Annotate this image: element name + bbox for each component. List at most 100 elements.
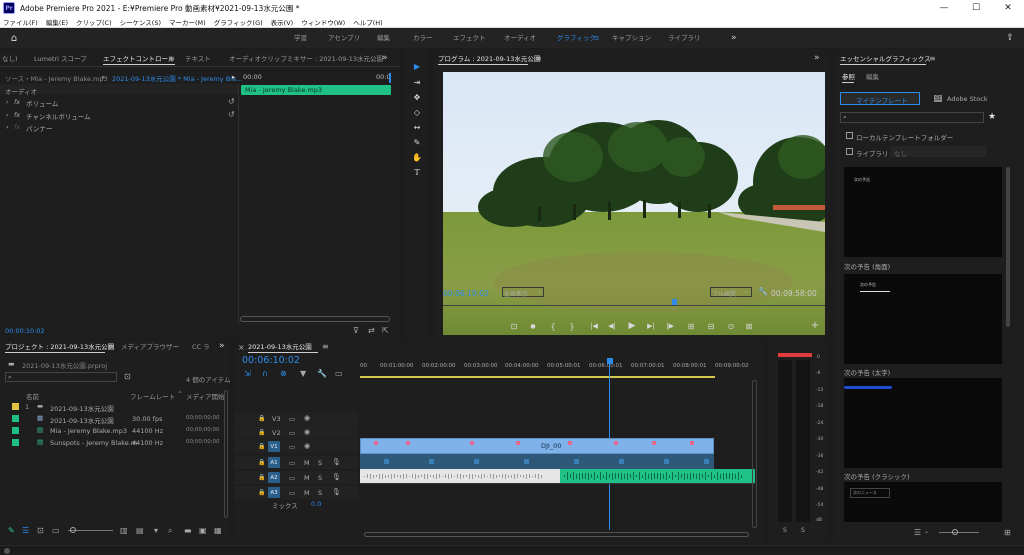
- template-thumbnail[interactable]: [844, 378, 1002, 468]
- safe-margins-icon[interactable]: ⊡: [508, 320, 520, 332]
- effect-panner[interactable]: パンナー: [26, 123, 52, 133]
- program-menu-icon[interactable]: ≡: [535, 52, 542, 66]
- adobe-stock-label[interactable]: Adobe Stock: [947, 95, 988, 103]
- automate-icon[interactable]: ▤: [136, 526, 144, 535]
- tab-text[interactable]: テキスト: [185, 52, 211, 66]
- program-timecode[interactable]: 00:06:10:02: [443, 289, 489, 298]
- reset-channel-icon[interactable]: ↺: [228, 110, 235, 119]
- libraries-checkbox[interactable]: [846, 148, 853, 155]
- track-target-a1[interactable]: A1: [268, 457, 280, 468]
- sync-lock-icon[interactable]: ▭: [289, 443, 295, 451]
- workspace-graphics[interactable]: グラフィック: [557, 28, 596, 48]
- nest-icon[interactable]: ⇲: [244, 369, 251, 378]
- close-button[interactable]: ✕: [992, 0, 1024, 16]
- template-thumbnail[interactable]: 次の予告: [844, 274, 1002, 364]
- essential-graphics-menu-icon[interactable]: ≡: [929, 52, 936, 66]
- go-to-out-icon[interactable]: |▶: [664, 320, 676, 332]
- effect-channel-volume[interactable]: チャンネルボリューム: [26, 111, 91, 121]
- track-target-a2[interactable]: A2: [268, 472, 280, 483]
- maximize-button[interactable]: ☐: [960, 0, 992, 16]
- tab-media-browser[interactable]: メディアブラウザー: [121, 340, 179, 354]
- slip-tool-icon[interactable]: ↔: [411, 121, 423, 133]
- microphone-icon[interactable]: 🎙: [332, 458, 341, 466]
- export-icon[interactable]: ⇱: [382, 326, 389, 335]
- selection-tool-icon[interactable]: ▶: [411, 60, 423, 72]
- snap-icon[interactable]: ∩: [262, 369, 268, 378]
- lock-icon[interactable]: 🔒: [258, 474, 265, 481]
- time-ruler[interactable]: 00 00:01:00:00 00:02:00:00 00:03:00:00 0…: [360, 360, 757, 380]
- step-back-icon[interactable]: ◀|: [606, 320, 618, 332]
- tab-cc-libraries[interactable]: CC ラ: [192, 340, 210, 354]
- linked-selection-icon[interactable]: ⊗: [280, 369, 287, 378]
- solo-right-button[interactable]: S: [801, 527, 805, 534]
- home-icon[interactable]: ⌂: [8, 32, 20, 44]
- mix-value[interactable]: 0.0: [311, 500, 321, 508]
- menu-help[interactable]: ヘルプ(H): [353, 17, 382, 27]
- menu-view[interactable]: 表示(V): [271, 17, 294, 27]
- column-name[interactable]: 名前: [26, 391, 39, 401]
- template-thumbnail[interactable]: 次のニュース: [844, 482, 1002, 522]
- lift-icon[interactable]: ⊞: [685, 320, 697, 332]
- tab-edit[interactable]: 編集: [866, 70, 879, 84]
- menu-clip[interactable]: クリップ(C): [76, 17, 112, 27]
- thumbnail-size-handle[interactable]: [952, 529, 958, 535]
- new-item-icon[interactable]: ▣: [199, 526, 207, 535]
- step-forward-icon[interactable]: ▶|: [645, 320, 657, 332]
- lock-icon[interactable]: 🔒: [258, 489, 265, 496]
- program-scrub-bar[interactable]: [443, 299, 825, 309]
- list-item[interactable]: ▦ 2021-09-13水元公園 30.00 fps 00;00;00;00: [0, 413, 230, 425]
- write-protect-icon[interactable]: ✎: [8, 526, 15, 535]
- extract-icon[interactable]: ⊟: [705, 320, 717, 332]
- track-select-tool-icon[interactable]: ⇥: [411, 76, 423, 88]
- eg-scrollbar[interactable]: [1006, 167, 1010, 327]
- work-area-bar[interactable]: [360, 376, 715, 378]
- eye-icon[interactable]: ◉: [304, 442, 310, 450]
- wrench-icon[interactable]: 🔧: [758, 287, 768, 296]
- sync-lock-icon[interactable]: ▭: [289, 474, 295, 482]
- close-sequence-icon[interactable]: ×: [238, 343, 245, 352]
- expand-volume-icon[interactable]: ›: [6, 98, 9, 106]
- list-dropdown-icon[interactable]: ⌄: [924, 528, 929, 535]
- effect-volume[interactable]: ボリューム: [26, 98, 58, 108]
- play-icon[interactable]: ▶: [626, 320, 638, 332]
- track-target-v1[interactable]: V1: [268, 441, 280, 452]
- v1-video-clip[interactable]: DJI_00: [360, 438, 714, 454]
- workspace-learn[interactable]: 学習: [294, 28, 307, 48]
- eye-icon[interactable]: ◉: [304, 428, 310, 436]
- sync-lock-icon[interactable]: ▭: [289, 415, 295, 423]
- sync-lock-icon[interactable]: ▭: [289, 489, 295, 497]
- timeline-timecode[interactable]: 00:06:10:02: [242, 355, 300, 366]
- fx-volume-badge[interactable]: fx: [14, 98, 20, 106]
- tab-audio-clip-mixer[interactable]: オーディオクリップミキサー : 2021-09-13水元公園: [229, 52, 383, 66]
- workspace-menu-icon[interactable]: ≡: [594, 28, 599, 48]
- workspace-audio[interactable]: オーディオ: [504, 28, 536, 48]
- list-view-icon[interactable]: ☰: [22, 526, 29, 535]
- go-to-in-icon[interactable]: |◀: [588, 320, 600, 332]
- program-playhead[interactable]: [672, 299, 677, 305]
- minimize-button[interactable]: —: [928, 0, 960, 16]
- workspace-captions[interactable]: キャプション: [612, 28, 651, 48]
- timeline-playhead-handle[interactable]: [607, 358, 613, 364]
- find-dropdown-icon[interactable]: ▾: [154, 526, 158, 535]
- fx-channel-badge[interactable]: fx: [14, 111, 20, 119]
- source-dropdown-icon[interactable]: ▸: [102, 73, 105, 81]
- timeline-menu-icon[interactable]: ≡: [322, 340, 329, 354]
- tab-none[interactable]: なし): [2, 52, 18, 66]
- type-tool-icon[interactable]: T: [411, 166, 423, 178]
- new-bin-icon[interactable]: ▬: [184, 526, 192, 535]
- sequence-label[interactable]: 2021-09-13水元公園 * Mia - Jeremy Bla...: [112, 73, 242, 83]
- collapse-icon[interactable]: ▸: [232, 73, 235, 81]
- eye-icon[interactable]: ◉: [304, 414, 310, 422]
- project-search-input[interactable]: [5, 372, 117, 382]
- workspace-assembly[interactable]: アセンブリ: [328, 28, 360, 48]
- favorites-star-icon[interactable]: ★: [988, 112, 996, 122]
- icon-view-icon[interactable]: ⊡: [37, 526, 44, 535]
- program-more-icon[interactable]: »: [814, 51, 820, 65]
- loop-icon[interactable]: ⇄: [368, 326, 375, 335]
- expand-channel-volume-icon[interactable]: ›: [6, 111, 9, 119]
- workspace-effects[interactable]: エフェクト: [453, 28, 486, 48]
- panel-more-icon[interactable]: »: [382, 51, 388, 65]
- export-frame-icon[interactable]: ⊙: [725, 320, 737, 332]
- mute-button[interactable]: M: [304, 459, 310, 467]
- razor-tool-icon[interactable]: ◇: [411, 106, 423, 118]
